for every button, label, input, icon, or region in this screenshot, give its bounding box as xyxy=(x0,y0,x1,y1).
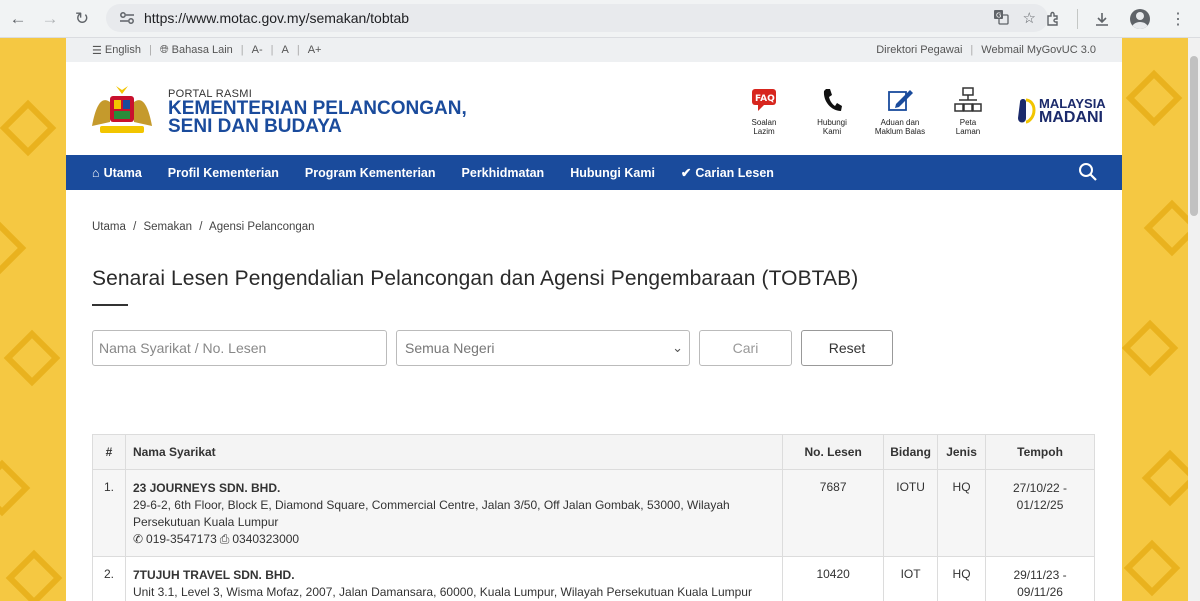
translate-icon[interactable]: G xyxy=(993,9,1009,29)
page-content: ☰ English | 🌐︎ Bahasa Lain | A- | A | A+ D… xyxy=(66,38,1122,601)
address-bar[interactable]: https://www.motac.gov.my/semakan/tobtab … xyxy=(106,4,1048,32)
svg-text:G: G xyxy=(996,12,1001,20)
title-underline xyxy=(92,304,128,306)
reload-icon[interactable]: ↻ xyxy=(66,3,98,35)
license-number: 7687 xyxy=(782,469,885,557)
company-contact: ✆ 019-3547173 ⎙ 0340323000 xyxy=(133,531,775,548)
main-navigation: ⌂ Utama Profil Kementerian Program Kement… xyxy=(66,155,1122,190)
font-decrease-button[interactable]: A- xyxy=(252,44,263,56)
fax-number: 0340323000 xyxy=(232,532,300,546)
table-row: 2. 7TUJUH TRAVEL SDN. BHD. Unit 3.1, Lev… xyxy=(92,556,1095,601)
jenis-value: HQ xyxy=(937,469,987,557)
direktori-link[interactable]: Direktori Pegawai xyxy=(876,44,962,56)
nav-carian-lesen[interactable]: ✔ Carian Lesen xyxy=(680,165,774,181)
back-icon[interactable]: ← xyxy=(2,3,34,35)
site-header: PORTAL RASMI KEMENTERIAN PELANCONGAN, SE… xyxy=(66,62,1122,155)
fax-icon: ⎙ xyxy=(219,532,230,546)
bidang-value: IOTU xyxy=(883,469,939,557)
font-increase-button[interactable]: A+ xyxy=(308,44,322,56)
table-header-row: # Nama Syarikat No. Lesen Bidang Jenis T… xyxy=(92,434,1095,470)
svg-text:FAQ: FAQ xyxy=(755,94,775,104)
check-circle-icon: ✔ xyxy=(680,166,692,180)
col-bidang: Bidang xyxy=(883,434,939,470)
company-cell: 7TUJUH TRAVEL SDN. BHD. Unit 3.1, Level … xyxy=(124,556,784,601)
company-address: Unit 3.1, Level 3, Wisma Mofaz, 2007, Ja… xyxy=(132,585,752,599)
cari-button[interactable]: Cari xyxy=(699,330,792,366)
forward-icon[interactable]: → xyxy=(34,3,66,35)
breadcrumb-semakan[interactable]: Semakan xyxy=(143,221,192,233)
sitemap-icon xyxy=(954,86,982,114)
reset-button[interactable]: Reset xyxy=(801,330,893,366)
col-tempoh: Tempoh xyxy=(985,434,1095,470)
left-decoration xyxy=(0,38,66,601)
company-address: 29-6-2, 6th Floor, Block E, Diamond Squa… xyxy=(132,498,730,529)
table-row: 1. 23 JOURNEYS SDN. BHD. 29-6-2, 6th Flo… xyxy=(92,469,1095,557)
profile-avatar-icon[interactable] xyxy=(1126,5,1154,33)
col-jenis: Jenis xyxy=(937,434,987,470)
company-cell: 23 JOURNEYS SDN. BHD. 29-6-2, 6th Floor,… xyxy=(124,469,784,557)
globe-icon: 🌐︎ xyxy=(159,43,169,56)
ministry-title[interactable]: KEMENTERIAN PELANCONGAN, SENI DAN BUDAYA xyxy=(168,99,467,136)
tempoh-value: 27/10/22 - 01/12/25 xyxy=(985,469,1095,557)
nav-perkhidmatan[interactable]: Perkhidmatan xyxy=(462,166,545,180)
webmail-link[interactable]: Webmail MyGovUC 3.0 xyxy=(981,44,1096,56)
search-icon[interactable] xyxy=(1078,162,1098,187)
home-icon: ⌂ xyxy=(92,165,100,180)
col-number: # xyxy=(92,434,126,470)
bookmark-star-icon[interactable]: ☆ xyxy=(1023,9,1036,29)
state-select[interactable]: Semua Negeri ⌄ xyxy=(396,330,690,366)
col-license: No. Lesen xyxy=(782,434,885,470)
phone-icon: ✆ xyxy=(132,532,144,546)
download-icon[interactable] xyxy=(1088,5,1116,33)
quick-link-faq[interactable]: FAQ Soalan Lazim xyxy=(734,86,794,136)
license-number: 10420 xyxy=(782,556,885,601)
scrollbar-thumb[interactable] xyxy=(1190,56,1198,216)
breadcrumb-current: Agensi Pelancongan xyxy=(209,221,315,233)
quick-link-sitemap[interactable]: Peta Laman xyxy=(938,86,998,136)
row-number: 1. xyxy=(92,469,126,557)
english-link[interactable]: ☰ English xyxy=(92,44,141,57)
breadcrumb-home[interactable]: Utama xyxy=(92,221,126,233)
jenis-value: HQ xyxy=(937,556,987,601)
tempoh-value: 29/11/23 - 09/11/26 xyxy=(985,556,1095,601)
row-number: 2. xyxy=(92,556,126,601)
coat-of-arms-logo[interactable] xyxy=(86,82,158,138)
breadcrumb: Utama / Semakan / Agensi Pelancongan xyxy=(92,221,315,233)
utility-bar: ☰ English | 🌐︎ Bahasa Lain | A- | A | A+ D… xyxy=(66,38,1122,62)
madani-emblem-icon xyxy=(1018,98,1036,124)
nav-profil-kementerian[interactable]: Profil Kementerian xyxy=(168,166,279,180)
company-name: 7TUJUH TRAVEL SDN. BHD. xyxy=(132,568,295,582)
col-company: Nama Syarikat xyxy=(124,434,784,470)
extensions-icon[interactable] xyxy=(1039,5,1067,33)
phone-icon xyxy=(818,86,846,114)
menu-icon: ☰ xyxy=(92,44,102,57)
toolbar-divider xyxy=(1077,9,1078,29)
bahasa-lain-link[interactable]: 🌐︎ Bahasa Lain xyxy=(160,44,233,57)
bidang-value: IOT xyxy=(883,556,939,601)
chevron-down-icon: ⌄ xyxy=(672,340,683,355)
nav-hubungi-kami[interactable]: Hubungi Kami xyxy=(570,166,655,180)
nav-utama[interactable]: ⌂ Utama xyxy=(92,166,142,180)
faq-icon: FAQ xyxy=(750,86,778,114)
malaysia-madani-logo[interactable]: MALAYSIA MADANI xyxy=(1016,96,1106,126)
phone-number: 019-3547173 xyxy=(146,532,217,546)
feedback-icon xyxy=(886,86,914,114)
company-name: 23 JOURNEYS SDN. BHD. xyxy=(132,481,281,495)
browser-toolbar: ← → ↻ https://www.motac.gov.my/semakan/t… xyxy=(0,0,1200,38)
quick-link-contact[interactable]: Hubungi Kami xyxy=(802,86,862,136)
font-normal-button[interactable]: A xyxy=(282,44,289,56)
license-table: # Nama Syarikat No. Lesen Bidang Jenis T… xyxy=(92,434,1095,601)
quick-link-feedback[interactable]: Aduan dan Maklum Balas xyxy=(870,86,930,136)
search-input[interactable] xyxy=(92,330,387,366)
site-info-icon[interactable] xyxy=(114,11,140,25)
menu-kebab-icon[interactable]: ⋮ xyxy=(1164,5,1192,33)
right-decoration xyxy=(1122,38,1188,601)
page-scrollbar[interactable] xyxy=(1188,38,1200,601)
page-title: Senarai Lesen Pengendalian Pelancongan d… xyxy=(92,267,859,290)
nav-program-kementerian[interactable]: Program Kementerian xyxy=(305,166,436,180)
url-text[interactable]: https://www.motac.gov.my/semakan/tobtab xyxy=(144,10,409,26)
